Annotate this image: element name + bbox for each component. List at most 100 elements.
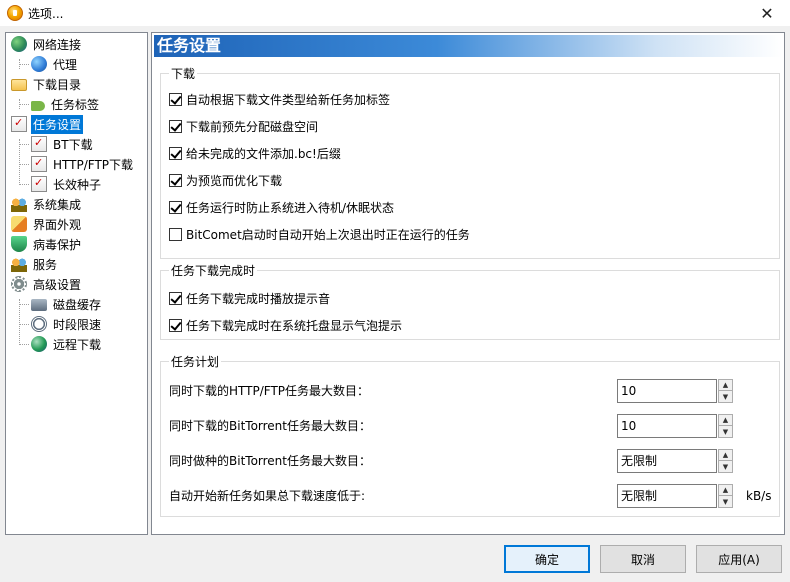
task-icon	[31, 156, 47, 172]
auto-tag-checkbox[interactable]: 自动根据下载文件类型给新任务加标签	[169, 91, 390, 108]
checkbox-box[interactable]	[169, 228, 182, 241]
tag-icon	[31, 100, 45, 111]
ok-button[interactable]: 确定	[504, 545, 590, 573]
checkbox-label: 给未完成的文件添加.bc!后缀	[186, 147, 341, 161]
tree-connector	[19, 64, 29, 65]
sidebar-item-virus-protection[interactable]: 病毒保护	[11, 235, 83, 253]
max-http-ftp-input[interactable]: 10	[617, 379, 717, 403]
checkbox-box[interactable]	[169, 120, 182, 133]
auto-start-speed-input[interactable]: 无限制	[617, 484, 717, 508]
play-sound-checkbox[interactable]: 任务下载完成时播放提示音	[169, 290, 330, 307]
tree-connector	[19, 184, 29, 185]
max-http-ftp-spinner[interactable]: ▲ ▼	[718, 379, 733, 403]
spin-up-icon[interactable]: ▲	[719, 450, 732, 461]
checkbox-label: 任务下载完成时在系统托盘显示气泡提示	[186, 319, 403, 333]
sidebar-item-label: 高级设置	[33, 277, 82, 292]
spin-down-icon[interactable]: ▼	[719, 496, 732, 507]
sidebar-item-services[interactable]: 服务	[11, 255, 59, 273]
group-title: 任务计划	[169, 353, 222, 370]
tree-connector	[19, 164, 29, 165]
sidebar-item-remote-download[interactable]: 远程下载	[31, 335, 103, 353]
sidebar-item-label: HTTP/FTP下载	[53, 157, 134, 172]
group-title: 任务下载完成时	[169, 262, 258, 279]
tree-connector	[19, 299, 20, 345]
spin-up-icon[interactable]: ▲	[719, 485, 732, 496]
tree-connector	[19, 344, 29, 345]
sidebar-item-http-ftp-download[interactable]: HTTP/FTP下载	[31, 155, 135, 173]
sidebar-item-label: 下载目录	[33, 77, 82, 92]
spin-down-icon[interactable]: ▼	[719, 461, 732, 472]
sidebar-item-disk-cache[interactable]: 磁盘缓存	[31, 295, 103, 313]
checkbox-box[interactable]	[169, 93, 182, 106]
checkbox-label: BitComet启动时自动开始上次退出时正在运行的任务	[186, 228, 470, 242]
group-title: 下载	[169, 65, 198, 82]
close-button[interactable]: ✕	[744, 0, 790, 26]
sidebar-item-network[interactable]: 网络连接	[11, 35, 83, 53]
preallocate-disk-checkbox[interactable]: 下载前预先分配磁盘空间	[169, 118, 318, 135]
shield-icon	[11, 236, 27, 252]
checkbox-box[interactable]	[169, 201, 182, 214]
sidebar-item-proxy[interactable]: 代理	[31, 55, 79, 73]
sidebar-item-advanced[interactable]: 高级设置	[11, 275, 83, 293]
clock-icon	[31, 316, 47, 332]
task-icon	[31, 176, 47, 192]
sidebar-item-bt-download[interactable]: BT下载	[31, 135, 95, 153]
checkbox-box[interactable]	[169, 319, 182, 332]
auto-start-speed-spinner[interactable]: ▲ ▼	[718, 484, 733, 508]
max-bt-seed-input[interactable]: 无限制	[617, 449, 717, 473]
title-bar: 选项... ✕	[0, 0, 790, 26]
settings-tree: 网络连接 代理 下载目录 任务标签 任务设置 BT下载 HTTP/FTP下载 长…	[5, 32, 148, 535]
max-bt-seed-spinner[interactable]: ▲ ▼	[718, 449, 733, 473]
checkbox-label: 任务运行时防止系统进入待机/休眠状态	[186, 201, 395, 215]
prevent-sleep-checkbox[interactable]: 任务运行时防止系统进入待机/休眠状态	[169, 199, 394, 216]
add-suffix-checkbox[interactable]: 给未完成的文件添加.bc!后缀	[169, 145, 341, 162]
spin-up-icon[interactable]: ▲	[719, 380, 732, 391]
download-group: 下载 自动根据下载文件类型给新任务加标签 下载前预先分配磁盘空间 给未完成的文件…	[160, 65, 780, 259]
spin-down-icon[interactable]: ▼	[719, 391, 732, 402]
checkbox-box[interactable]	[169, 174, 182, 187]
sidebar-item-appearance[interactable]: 界面外观	[11, 215, 83, 233]
tray-balloon-checkbox[interactable]: 任务下载完成时在系统托盘显示气泡提示	[169, 317, 402, 334]
folder-icon	[11, 79, 27, 91]
proxy-icon	[31, 56, 47, 72]
checkbox-label: 下载前预先分配磁盘空间	[186, 120, 319, 134]
complete-group: 任务下载完成时 任务下载完成时播放提示音 任务下载完成时在系统托盘显示气泡提示	[160, 262, 780, 340]
tree-connector	[19, 304, 29, 305]
plan-group: 任务计划 同时下载的HTTP/FTP任务最大数目： 10 ▲ ▼ 同时下载的Bi…	[160, 353, 780, 517]
checkbox-label: 为预览而优化下载	[186, 174, 283, 188]
users-icon	[11, 196, 27, 212]
sidebar-item-label: 时段限速	[53, 317, 102, 332]
sidebar-item-system-integration[interactable]: 系统集成	[11, 195, 83, 213]
sidebar-item-schedule-limit[interactable]: 时段限速	[31, 315, 103, 333]
sidebar-item-label: 系统集成	[33, 197, 82, 212]
apply-button[interactable]: 应用(A)	[696, 545, 782, 573]
sidebar-item-label: 任务标签	[51, 97, 100, 112]
sidebar-item-download-dir[interactable]: 下载目录	[11, 75, 83, 93]
sidebar-item-label: 网络连接	[33, 37, 82, 52]
checkbox-box[interactable]	[169, 147, 182, 160]
window-title: 选项...	[28, 7, 64, 21]
optimize-preview-checkbox[interactable]: 为预览而优化下载	[169, 172, 282, 189]
task-settings-icon	[11, 116, 27, 132]
sidebar-item-long-term-seed[interactable]: 长效种子	[31, 175, 103, 193]
sidebar-item-label: 病毒保护	[33, 237, 82, 252]
max-bt-seed-label: 同时做种的BitTorrent任务最大数目：	[169, 454, 371, 468]
max-bt-download-label: 同时下载的BitTorrent任务最大数目：	[169, 419, 371, 433]
checkbox-label: 任务下载完成时播放提示音	[186, 292, 331, 306]
sidebar-item-task-tags[interactable]: 任务标签	[31, 95, 101, 113]
gear-icon	[11, 276, 27, 292]
cancel-button[interactable]: 取消	[600, 545, 686, 573]
remote-icon	[31, 336, 47, 352]
max-bt-download-input[interactable]: 10	[617, 414, 717, 438]
max-bt-download-spinner[interactable]: ▲ ▼	[718, 414, 733, 438]
bitcomet-logo-icon	[7, 5, 23, 21]
sidebar-item-task-settings[interactable]: 任务设置	[11, 114, 84, 134]
users-icon	[11, 256, 27, 272]
spin-up-icon[interactable]: ▲	[719, 415, 732, 426]
auto-start-speed-label: 自动开始新任务如果总下载速度低于:	[169, 489, 366, 503]
spin-down-icon[interactable]: ▼	[719, 426, 732, 437]
checkbox-box[interactable]	[169, 292, 182, 305]
settings-panel: 任务设置 下载 自动根据下载文件类型给新任务加标签 下载前预先分配磁盘空间 给未…	[151, 32, 785, 535]
disk-icon	[31, 299, 47, 311]
auto-resume-checkbox[interactable]: BitComet启动时自动开始上次退出时正在运行的任务	[169, 226, 470, 243]
